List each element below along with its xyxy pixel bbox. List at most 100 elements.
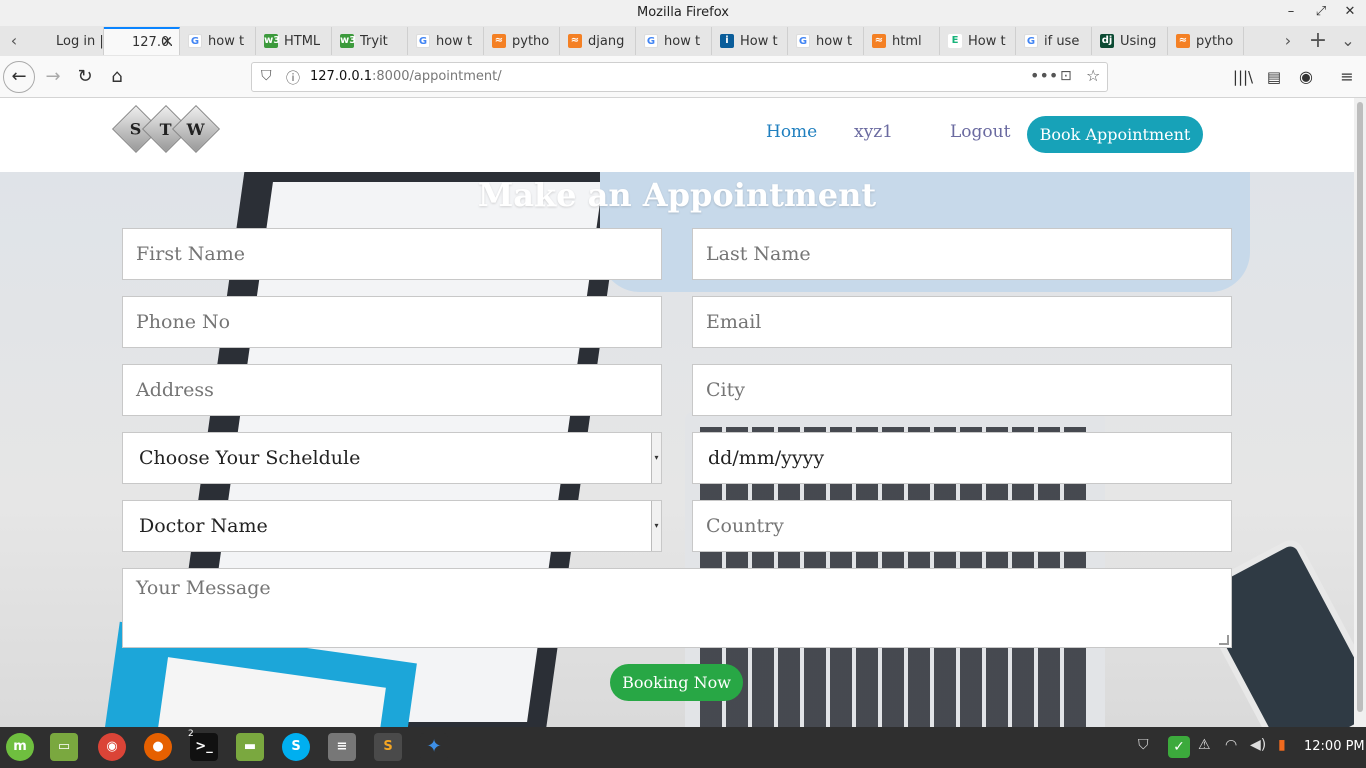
library-icon[interactable]: |||\ xyxy=(1228,62,1258,92)
browser-tab[interactable]: Log in | D xyxy=(28,27,104,55)
sidebar-icon[interactable]: ▤ xyxy=(1259,62,1289,92)
chrome-icon[interactable]: ◉ xyxy=(98,733,126,761)
city-input[interactable]: City xyxy=(692,364,1232,416)
terminal-icon[interactable]: >_ xyxy=(190,733,218,761)
back-arrow-icon[interactable]: ← xyxy=(3,61,35,93)
chevron-down-icon[interactable]: ▾ xyxy=(651,433,661,483)
show-desktop-icon[interactable]: ▭ xyxy=(50,733,78,761)
page-scrollbar[interactable] xyxy=(1354,98,1366,727)
browser-tab[interactable]: ≈ pytho xyxy=(1168,27,1244,55)
tab-list-chevron-down-icon[interactable]: ⌄ xyxy=(1338,30,1358,52)
browser-tab[interactable]: Gif use xyxy=(1016,27,1092,55)
schedule-select[interactable]: Choose Your Scheldule ▾ xyxy=(122,432,662,484)
blank-favicon-icon xyxy=(36,34,50,48)
browser-tab-label: HTML xyxy=(284,33,321,49)
shield-icon[interactable]: ⛉ xyxy=(261,68,272,84)
home-icon[interactable]: ⌂ xyxy=(102,62,132,92)
browser-tab-label: Using xyxy=(1120,33,1157,49)
page-actions-ellipsis-icon[interactable]: ••• xyxy=(1030,66,1058,85)
browser-tab[interactable]: Ghow t xyxy=(180,27,256,55)
reload-icon[interactable]: ↻ xyxy=(70,62,100,92)
info-icon[interactable]: ⓘ xyxy=(286,68,300,88)
chevron-down-icon[interactable]: ▾ xyxy=(651,501,661,551)
schedule-select-value: Choose Your Scheldule xyxy=(139,447,361,469)
browser-tab[interactable]: 127.0. ✕ xyxy=(104,27,180,55)
browser-tab-label: Tryit xyxy=(360,33,388,49)
google-favicon-icon: G xyxy=(416,34,430,48)
educative-favicon-icon: E xyxy=(948,34,962,48)
web-page: S T W Home xyz1 Logout Book Appointment … xyxy=(0,98,1354,727)
browser-tab[interactable]: Ghow t xyxy=(636,27,712,55)
mint-menu-icon[interactable]: m xyxy=(6,733,34,761)
browser-tab[interactable]: w3 HTML xyxy=(256,27,332,55)
browser-tab[interactable]: E How t xyxy=(940,27,1016,55)
browser-tab-label: How t xyxy=(740,33,778,49)
last-name-input[interactable]: Last Name xyxy=(692,228,1232,280)
tab-strip: ‹ Log in | D127.0.✕Ghow tw3HTMLw3TryitGh… xyxy=(0,26,1366,56)
browser-tab-label: How t xyxy=(968,33,1006,49)
database-icon[interactable]: ≡ xyxy=(328,733,356,761)
browser-tab-label: pytho xyxy=(1196,33,1234,49)
browser-tab[interactable]: ≈ djang xyxy=(560,27,636,55)
forward-arrow-icon[interactable]: → xyxy=(38,62,68,92)
browser-tab[interactable]: Ghow t xyxy=(408,27,484,55)
resize-handle-icon[interactable] xyxy=(1219,635,1229,645)
scrollbar-thumb[interactable] xyxy=(1357,102,1363,712)
firefox-icon[interactable]: ● xyxy=(144,733,172,761)
pocket-icon[interactable]: ⊡ xyxy=(1060,68,1072,84)
phone-input[interactable]: Phone No xyxy=(122,296,662,348)
tabs-scroll-right-icon[interactable]: › xyxy=(1278,30,1298,52)
battery-icon[interactable]: ▮ xyxy=(1278,737,1286,753)
close-window-icon[interactable]: ✕ xyxy=(1340,4,1360,19)
site-logo[interactable]: S T W xyxy=(111,104,221,154)
book-appointment-button[interactable]: Book Appointment xyxy=(1027,116,1203,153)
address-input[interactable]: Address xyxy=(122,364,662,416)
skype-icon[interactable]: S xyxy=(282,733,310,761)
message-textarea[interactable]: Your Message xyxy=(122,568,1232,648)
warning-icon[interactable]: ⚠ xyxy=(1198,737,1211,753)
url-text[interactable]: 127.0.0.1:8000/appointment/ xyxy=(310,69,502,84)
minimize-icon[interactable]: – xyxy=(1281,4,1301,19)
shield-tray-icon[interactable]: ⛉ xyxy=(1138,737,1149,753)
sublime-text-icon[interactable]: S xyxy=(374,733,402,761)
stackoverflow-favicon-icon: ≈ xyxy=(872,34,886,48)
browser-tab[interactable]: dj Using xyxy=(1092,27,1168,55)
booking-now-button[interactable]: Booking Now xyxy=(610,664,743,701)
browser-tab-label: if use xyxy=(1044,33,1080,49)
new-tab-icon[interactable]: + xyxy=(1308,30,1328,52)
maximize-icon[interactable]: ⤢ xyxy=(1311,4,1331,19)
app-launcher-icon[interactable]: ✦ xyxy=(420,733,448,761)
date-input[interactable]: dd/mm/yyyy xyxy=(692,432,1232,484)
browser-tab[interactable]: w3 Tryit xyxy=(332,27,408,55)
django-favicon-icon: dj xyxy=(1100,34,1114,48)
system-clock[interactable]: 12:00 PM xyxy=(1304,739,1365,754)
update-check-icon[interactable]: ✓ xyxy=(1168,736,1190,758)
browser-tab[interactable]: Ghow t xyxy=(788,27,864,55)
bookmark-star-icon[interactable]: ☆ xyxy=(1086,66,1100,85)
site-header: S T W Home xyz1 Logout Book Appointment xyxy=(0,98,1354,172)
nav-home-link[interactable]: Home xyxy=(766,122,817,142)
nav-logout-link[interactable]: Logout xyxy=(950,122,1010,142)
address-bar[interactable]: ⛉ ⓘ 127.0.0.1:8000/appointment/ ••• ⊡ ☆ xyxy=(251,62,1108,92)
wifi-icon[interactable]: ◠ xyxy=(1225,737,1237,753)
nav-user-link[interactable]: xyz1 xyxy=(854,122,893,142)
browser-tab-label: how t xyxy=(436,33,473,49)
tabs-scroll-left-icon[interactable]: ‹ xyxy=(4,30,24,52)
browser-tab[interactable]: i How t xyxy=(712,27,788,55)
hamburger-menu-icon[interactable]: ≡ xyxy=(1332,62,1362,92)
message-placeholder: Your Message xyxy=(136,577,271,599)
appointment-section: Make an Appointment First Name Last Name… xyxy=(0,172,1354,727)
browser-tab[interactable]: ≈ html xyxy=(864,27,940,55)
volume-icon[interactable]: ◀) xyxy=(1250,737,1266,753)
browser-tab-label: Log in | D xyxy=(56,33,103,49)
doctor-select[interactable]: Doctor Name ▾ xyxy=(122,500,662,552)
email-input[interactable]: Email xyxy=(692,296,1232,348)
close-tab-icon[interactable]: ✕ xyxy=(161,34,173,50)
files-folder-icon[interactable]: ▬ xyxy=(236,733,264,761)
account-icon[interactable]: ◉ xyxy=(1291,62,1321,92)
country-input[interactable]: Country xyxy=(692,500,1232,552)
browser-tab[interactable]: ≈ pytho xyxy=(484,27,560,55)
form-title: Make an Appointment xyxy=(477,176,877,214)
google-favicon-icon: G xyxy=(188,34,202,48)
first-name-input[interactable]: First Name xyxy=(122,228,662,280)
